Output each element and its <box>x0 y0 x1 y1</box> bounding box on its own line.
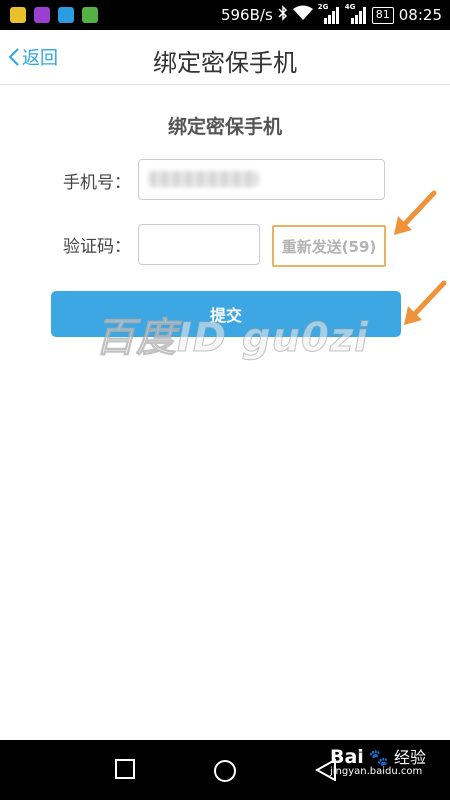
app-notification-icon <box>10 7 26 23</box>
logo-suffix: 经验 <box>393 748 426 767</box>
code-input[interactable] <box>138 224 260 265</box>
clock: 08:25 <box>398 6 442 24</box>
phone-input[interactable] <box>138 159 385 200</box>
code-label: 验证码： <box>63 237 131 257</box>
phone-label: 手机号： <box>63 173 131 193</box>
recent-apps-icon[interactable] <box>115 759 135 779</box>
app-notification-icon <box>58 7 74 23</box>
app-notification-icon <box>82 7 98 23</box>
app-notification-icon <box>34 7 50 23</box>
network-speed: 596B/s <box>220 6 273 24</box>
form-title: 绑定密保手机 <box>167 116 282 138</box>
annotation-arrow-icon <box>404 280 447 325</box>
submit-button[interactable]: 提交 <box>51 291 401 337</box>
app-header: 返回 绑定密保手机 <box>0 30 450 85</box>
resend-button[interactable]: 重新发送(59) <box>272 225 386 267</box>
signal-icon: 2G <box>318 3 340 25</box>
notification-icons <box>10 7 98 23</box>
status-bar: 596B/s 2G 4G 81 08:25 <box>0 0 450 30</box>
annotation-arrow-icon <box>394 190 437 235</box>
site-logo: Bai 🐾 经验 jingyan.baidu.com <box>330 744 426 777</box>
logo-url: jingyan.baidu.com <box>330 766 423 777</box>
phone-value-blurred <box>149 171 259 187</box>
wifi-icon <box>292 5 313 25</box>
home-icon[interactable] <box>213 759 237 783</box>
paw-icon: 🐾 <box>368 748 389 767</box>
logo-brand: Bai <box>330 746 364 768</box>
battery-icon: 81 <box>371 6 394 24</box>
bluetooth-icon <box>278 5 288 25</box>
signal-icon: 4G <box>345 3 367 25</box>
page-title: 绑定密保手机 <box>153 49 297 77</box>
